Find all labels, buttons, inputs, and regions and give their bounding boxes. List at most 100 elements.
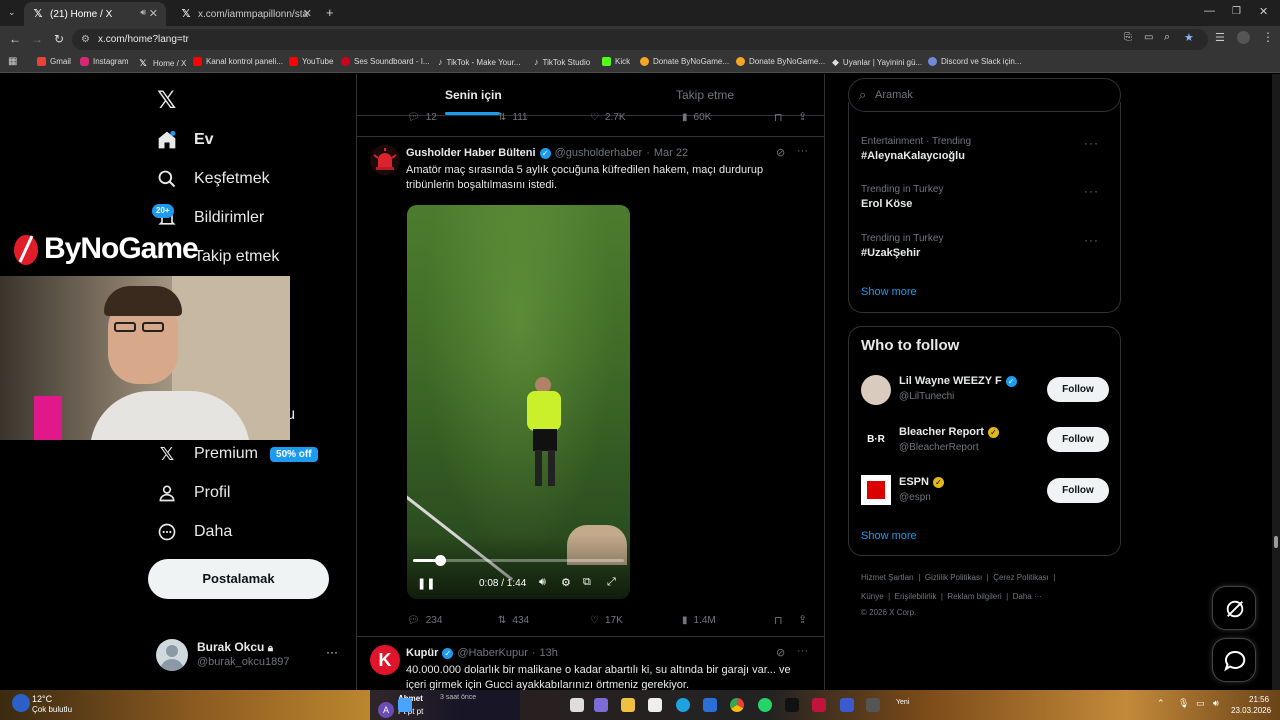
apps-grid-icon[interactable]: ▦ (8, 56, 17, 67)
footer-link[interactable]: Daha ··· (1013, 592, 1042, 601)
copilot-icon[interactable] (594, 698, 608, 712)
footer-link[interactable]: Erişilebilirlik (895, 592, 937, 601)
post-date[interactable]: Mar 22 (654, 147, 688, 159)
close-window-icon[interactable]: ✕ (1259, 5, 1268, 18)
follow-button[interactable]: Follow (1047, 478, 1109, 503)
post-more-icon[interactable]: ··· (797, 645, 808, 657)
picture-in-picture-icon[interactable]: ⧉ (583, 576, 591, 589)
calendar-icon[interactable] (648, 698, 662, 712)
bookmark-star-icon[interactable]: ★ (1184, 31, 1194, 44)
tab-list-icon[interactable]: ⌄ (8, 7, 16, 18)
prev-views-button[interactable]: ▮ 60K (682, 112, 711, 123)
start-icon[interactable] (398, 698, 412, 712)
video-progress-track[interactable] (413, 555, 624, 566)
bookmark-soundboard[interactable]: Ses Soundboard - I... (341, 57, 430, 66)
footer-link[interactable]: Künye (861, 592, 884, 601)
footer-link[interactable]: Hizmet Şartları (861, 573, 914, 582)
scrollbar-thumb[interactable] (1274, 536, 1278, 548)
trend-item[interactable]: Trending in Turkey #UzakŞehir ··· (861, 233, 1111, 259)
avatar[interactable] (861, 375, 891, 405)
prev-reply-button[interactable]: 💬︎ 12 (407, 112, 437, 123)
share-icon[interactable]: ⇪ (798, 110, 807, 123)
views-button[interactable]: ▮ 1.4M (682, 615, 716, 626)
new-tab-icon[interactable]: + (326, 5, 334, 20)
tiktok-icon[interactable] (785, 698, 799, 712)
post-gusholder[interactable]: Gusholder Haber Bülteni ✓ @gusholderhabe… (357, 137, 824, 636)
maximize-icon[interactable]: ❐ (1232, 6, 1241, 17)
mail-icon[interactable] (703, 698, 717, 712)
post-video[interactable]: ❚❚ 0:08 / 1:44 🔊︎ ⚙ ⧉ ⤢ (407, 205, 630, 599)
trend-more-icon[interactable]: ··· (1084, 136, 1099, 150)
who-to-follow-show-more-link[interactable]: Show more (861, 530, 917, 542)
bleacher-report-logo-icon[interactable]: B·R (861, 425, 891, 455)
bookmark-youtube[interactable]: YouTube (289, 57, 333, 66)
prev-like-button[interactable]: ♡ 2.7K (590, 112, 626, 123)
forward-icon[interactable]: → (31, 32, 43, 46)
bookmark-instagram[interactable]: Instagram (80, 57, 129, 66)
follow-button[interactable]: Follow (1047, 427, 1109, 452)
volume-icon[interactable]: 🔊︎ (539, 576, 546, 589)
account-switcher[interactable]: Burak Okcu 🔒︎ @burak_okcu1897 ··· (156, 639, 346, 675)
bookmark-kick[interactable]: Kick (602, 57, 630, 66)
weather-icon[interactable] (12, 694, 30, 712)
messages-button[interactable] (1212, 638, 1256, 682)
task-view-icon[interactable] (570, 698, 584, 712)
post-author[interactable]: Gusholder Haber Bülteni (406, 147, 536, 159)
pause-icon[interactable]: ❚❚ (417, 577, 435, 590)
tab-status[interactable]: 𝕏 x.com/iammpapillonn/status/2 ✕ (172, 2, 320, 26)
notification-popup[interactable]: A Ahmet 3 saat önce Pt pt pt (370, 690, 520, 720)
nav-more[interactable]: Daha (156, 521, 232, 543)
edge-icon[interactable] (676, 698, 690, 712)
nav-premium[interactable]: 𝕏 Premium 50% off (156, 443, 318, 465)
espn-logo-icon[interactable] (861, 475, 891, 505)
nav-explore[interactable]: Keşfetmek (156, 168, 270, 190)
minimize-icon[interactable]: — (1204, 5, 1215, 17)
bookmark-uyanlar[interactable]: ◆ Uyanlar | Yayinini gü... (832, 57, 922, 68)
follow-name[interactable]: Bleacher Report ✓ (899, 426, 999, 438)
bookmark-donate-1[interactable]: Donate ByNoGame... (640, 57, 729, 66)
bookmark-tiktok-studio[interactable]: ♪ TikTok Studio (534, 57, 590, 67)
share-icon[interactable]: ⇪ (798, 613, 807, 626)
network-icon[interactable]: ▭ (1196, 698, 1205, 709)
translate-icon[interactable]: ⎘ (1124, 32, 1132, 43)
app-icon[interactable] (866, 698, 880, 712)
footer-link[interactable]: Gizlilik Politikası (925, 573, 982, 582)
trends-show-more-link[interactable]: Show more (861, 286, 917, 298)
account-more-icon[interactable]: ··· (326, 645, 338, 659)
whatsapp-icon[interactable] (758, 698, 772, 712)
post-kupur[interactable]: K Kupür ✓ @HaberKupur · 13h ⊘ ··· 40.000… (357, 637, 824, 690)
nav-home[interactable]: Ev (156, 129, 214, 151)
url-input[interactable]: ⚙ x.com/home?lang=tr (72, 29, 1208, 50)
bookmark-kanal[interactable]: Kanal kontrol paneli... (193, 57, 283, 66)
post-handle[interactable]: @HaberKupur (457, 647, 527, 659)
grok-button[interactable] (1212, 586, 1256, 630)
follow-button[interactable]: Follow (1047, 377, 1109, 402)
app-icon[interactable] (840, 698, 854, 712)
page-scrollbar[interactable] (1272, 74, 1280, 690)
mic-icon[interactable]: 🎙︎ (1178, 698, 1189, 709)
trend-more-icon[interactable]: ··· (1084, 233, 1099, 247)
post-button[interactable]: Postalamak (148, 559, 329, 599)
bookmark-gmail[interactable]: Gmail (37, 57, 71, 66)
footer-link[interactable]: Çerez Politikası (993, 573, 1049, 582)
settings-icon[interactable]: ⚙ (561, 576, 571, 589)
post-author[interactable]: Kupür (406, 647, 438, 659)
grok-icon[interactable]: ⊘ (776, 646, 785, 659)
extensions-icon[interactable]: ☰ (1215, 31, 1225, 44)
trend-item[interactable]: Entertainment · Trending #AleynaKalaycıo… (861, 136, 1111, 162)
trend-more-icon[interactable]: ··· (1084, 184, 1099, 198)
close-tab-icon[interactable]: ✕ (149, 7, 158, 20)
reply-button[interactable]: 💬︎ 234 (407, 615, 442, 626)
file-explorer-icon[interactable] (621, 698, 635, 712)
zoom-icon[interactable]: ⌕ (1164, 31, 1170, 44)
trend-item[interactable]: Trending in Turkey Erol Köse ··· (861, 184, 1111, 210)
follow-name[interactable]: Lil Wayne WEEZY F ✓ (899, 375, 1017, 387)
browser-menu-icon[interactable]: ⋮ (1262, 30, 1274, 44)
post-handle[interactable]: @gusholderhaber (555, 147, 643, 159)
tab-following[interactable]: Takip etme (676, 88, 734, 102)
close-tab-icon[interactable]: ✕ (303, 7, 312, 20)
reload-icon[interactable]: ↻ (54, 32, 64, 46)
tab-home-x[interactable]: 𝕏 (21) Home / X 🔊︎ ✕ (24, 2, 166, 26)
grok-icon[interactable]: ⊘ (776, 146, 785, 159)
bookmark-tiktok[interactable]: ♪ TikTok - Make Your... (438, 57, 520, 67)
